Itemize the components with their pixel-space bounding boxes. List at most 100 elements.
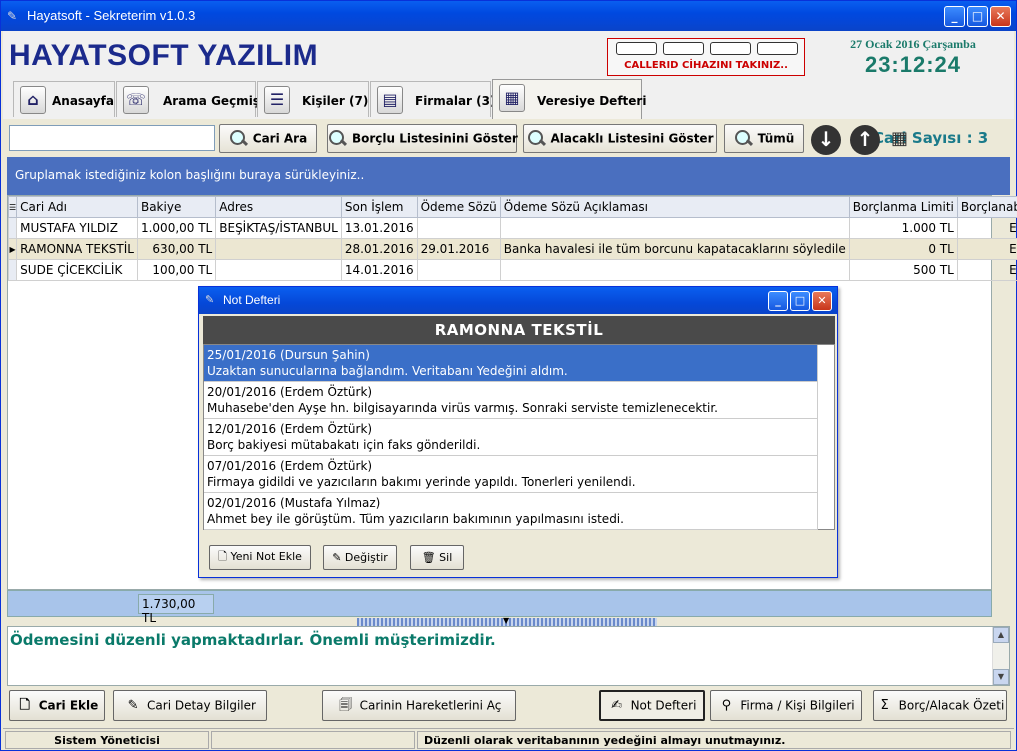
button-label: Cari Ekle <box>38 698 99 712</box>
arrow-down-icon[interactable]: ↓ <box>811 125 841 155</box>
list-item[interactable]: 25/01/2016 (Dursun Şahin) Uzaktan sunucu… <box>204 345 818 382</box>
search-input[interactable] <box>9 125 215 151</box>
column-chooser-icon[interactable]: ☰ <box>7 196 18 218</box>
button-label: Yeni Not Ekle <box>230 550 302 563</box>
tab-firmalar[interactable]: ▤ Firmalar (3) <box>370 81 495 117</box>
cell: Evet <box>956 259 1017 281</box>
add-note-button[interactable]: 🗋 Yeni Not Ekle <box>209 545 311 570</box>
tab-kisiler[interactable]: ☰ Kişiler (7) <box>257 81 369 117</box>
app-icon: ✎ <box>205 293 215 306</box>
ledger-icon: ▦ <box>499 84 525 112</box>
list-item[interactable]: 20/01/2016 (Erdem Öztürk) Muhasebe'den A… <box>204 382 818 419</box>
note-body: Ahmet bey ile görüştüm. Tüm yazıcıların … <box>207 512 624 526</box>
row-indicator-icon: ▶ <box>7 238 18 260</box>
dialog-title-bar[interactable]: ✎ Not Defteri _ □ ✕ <box>199 287 837 314</box>
edit-note-button[interactable]: ✎ Değiştir <box>323 545 397 570</box>
minimize-button[interactable]: _ <box>768 291 788 311</box>
tab-anasayfa[interactable]: ⌂ Anasayfa <box>13 81 115 117</box>
vertical-scrollbar[interactable]: ▲ ▼ <box>992 627 1009 685</box>
cari-detay-button[interactable]: ✎ Cari Detay Bilgiler <box>113 690 267 721</box>
cari-note-text: Ödemesini düzenli yapmaktadırlar. Önemli… <box>10 631 496 649</box>
cell <box>215 238 342 260</box>
hareketler-button[interactable]: 🗐 Carinin Hareketlerini Aç <box>322 690 516 721</box>
column-header[interactable]: Bakiye <box>136 196 217 218</box>
table-row[interactable]: SUDE ÇİCEKCİLİK 100,00 TL 14.01.2016 500… <box>7 259 1017 281</box>
button-label: Borçlu Listesinini Göster <box>352 131 518 145</box>
note-header: 07/01/2016 (Erdem Öztürk) <box>207 459 373 473</box>
callerid-message: CALLERID CİHAZINI TAKINIZ.. <box>624 60 788 71</box>
tumu-button[interactable]: Tümü <box>724 124 804 153</box>
note-header: 20/01/2016 (Erdem Öztürk) <box>207 385 373 399</box>
delete-note-button[interactable]: 🗑 Sil <box>410 545 464 570</box>
cell <box>499 217 850 239</box>
cell: 29.01.2016 <box>416 238 501 260</box>
maximize-button[interactable]: □ <box>790 291 810 311</box>
pencil-icon: ✎ <box>127 697 139 713</box>
alacakli-listesi-button[interactable]: Alacaklı Listesini Göster <box>523 124 717 153</box>
column-header[interactable]: Son İşlem <box>340 196 418 218</box>
search-icon: ⚲ <box>721 697 732 713</box>
scroll-down-icon[interactable]: ▼ <box>993 669 1009 685</box>
cell: Banka havalesi ile tüm borcunu kapatacak… <box>499 238 850 260</box>
cell: RAMONNA TEKSTİL <box>16 238 138 260</box>
firma-kisi-button[interactable]: ⚲ Firma / Kişi Bilgileri <box>710 690 862 721</box>
app-icon: ✎ <box>7 9 18 23</box>
cell: 500 TL <box>848 259 958 281</box>
minimize-button[interactable]: _ <box>944 6 965 27</box>
notes-list: 25/01/2016 (Dursun Şahin) Uzaktan sunucu… <box>203 344 835 530</box>
button-label: Borç/Alacak Özeti <box>898 698 1005 712</box>
borclu-listesi-button[interactable]: Borçlu Listesinini Göster <box>327 124 518 153</box>
summary-footer: 1.730,00 TL <box>7 590 992 625</box>
current-date: 27 Ocak 2016 Çarşamba <box>850 37 976 51</box>
maximize-button[interactable]: □ <box>967 6 988 27</box>
list-item[interactable]: 07/01/2016 (Erdem Öztürk) Firmaya gidild… <box>204 456 818 493</box>
button-label: Tümü <box>757 131 795 145</box>
window-title: Hayatsoft - Sekreterim v1.0.3 <box>27 8 196 23</box>
cell: 0 TL <box>848 238 958 260</box>
tab-label: Kişiler (7) <box>302 94 369 108</box>
tab-label: Firmalar (3) <box>415 94 496 108</box>
column-header[interactable]: Borçlanma Limiti <box>848 196 958 218</box>
note-body: Muhasebe'den Ayşe hn. bilgisayarında vir… <box>207 401 718 415</box>
column-header[interactable]: Cari Adı <box>16 196 138 218</box>
cell: 14.01.2016 <box>340 259 418 281</box>
cari-ara-button[interactable]: Cari Ara <box>219 124 317 153</box>
group-panel[interactable]: Gruplamak istediğiniz kolon başlığını bu… <box>7 157 1010 195</box>
tab-arama-gecmisi[interactable]: ☏ Arama Geçmişi <box>116 81 264 117</box>
scroll-up-icon[interactable]: ▲ <box>993 627 1009 643</box>
title-bar[interactable]: ✎ Hayatsoft - Sekreterim v1.0.3 _ □ ✕ <box>1 1 1016 31</box>
cari-ekle-button[interactable]: 🗋 Cari Ekle <box>9 690 105 721</box>
dialog-title: Not Defteri <box>223 293 281 307</box>
cari-note-panel[interactable]: Ödemesini düzenli yapmaktadırlar. Önemli… <box>7 626 1010 686</box>
cell: BEŞİKTAŞ/İSTANBUL <box>215 217 342 239</box>
toolbar: Cari Ara Borçlu Listesinini Göster Alaca… <box>3 119 1014 157</box>
close-button[interactable]: ✕ <box>812 291 832 311</box>
status-message: Düzenli olarak veritabanının yedeğini al… <box>417 731 1011 749</box>
borc-alacak-button[interactable]: Σ Borç/Alacak Özeti <box>873 690 1007 721</box>
tab-label: Veresiye Defteri <box>537 94 647 108</box>
pencil-icon: ✎ <box>332 551 345 564</box>
close-button[interactable]: ✕ <box>990 6 1011 27</box>
brand-title: HAYATSOFT YAZILIM <box>9 39 319 72</box>
table-row[interactable]: MUSTAFA YILDIZ 1.000,00 TL BEŞİKTAŞ/İSTA… <box>7 217 1017 239</box>
list-item[interactable]: 02/01/2016 (Mustafa Yılmaz) Ahmet bey il… <box>204 493 818 530</box>
status-user: Sistem Yöneticisi <box>5 731 209 749</box>
chevron-down-icon: ▼ <box>503 616 510 625</box>
table-row[interactable]: ▶ RAMONNA TEKSTİL 630,00 TL 28.01.2016 2… <box>7 238 1017 260</box>
list-item[interactable]: 12/01/2016 (Erdem Öztürk) Borç bakiyesi … <box>204 419 818 456</box>
column-header[interactable]: Borçlanabilir <box>956 196 1017 218</box>
column-header[interactable]: Ödeme Sözü <box>416 196 501 218</box>
splitter-handle[interactable]: ▼ <box>357 616 657 626</box>
tab-veresiye-defteri[interactable]: ▦ Veresiye Defteri <box>492 79 646 119</box>
not-defteri-button[interactable]: ✍ Not Defteri <box>599 690 705 721</box>
arrow-up-icon[interactable]: ↑ <box>850 125 880 155</box>
app-header: HAYATSOFT YAZILIM CALLERID CİHAZINI TAKI… <box>3 31 1014 79</box>
column-header[interactable]: Adres <box>215 196 342 218</box>
column-header[interactable]: Ödeme Sözü Açıklaması <box>499 196 850 218</box>
not-defteri-dialog: ✎ Not Defteri _ □ ✕ RAMONNA TEKSTİL 25/0… <box>198 286 838 578</box>
note-header: 02/01/2016 (Mustafa Yılmaz) <box>207 496 381 510</box>
grid-icon[interactable]: ▦ <box>891 127 917 151</box>
tab-label: Anasayfa <box>52 94 114 108</box>
callerid-slot <box>663 42 704 55</box>
search-icon <box>734 129 754 149</box>
